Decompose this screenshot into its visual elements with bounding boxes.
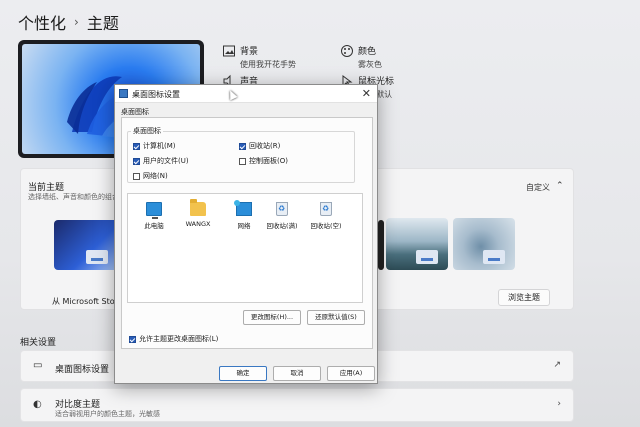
cancel-button[interactable]: 取消 [273,366,321,381]
microsoft-store-link[interactable]: 从 Microsoft Store [52,296,123,307]
apply-button[interactable]: 应用(A) [327,366,375,381]
tab-desktop-icons[interactable]: 桌面图标 [121,107,149,117]
dialog-titlebar[interactable]: 桌面图标设置 ✕ [115,85,377,103]
desktop-icon-settings-dialog: 桌面图标设置 ✕ 桌面图标 桌面图标 计算机(M) 回收站(R) 用户的文件(U… [114,84,378,384]
desktop-icon-list[interactable]: 此电脑 WANGX 网络 回收站(满) 回收站(空) [127,193,363,303]
dialog-app-icon [119,89,128,98]
related-settings-heading: 相关设置 [20,338,57,348]
breadcrumb-parent[interactable]: 个性化 [18,10,66,34]
list-item[interactable]: 网络 [224,200,264,230]
external-link-icon: ↗ [553,360,561,370]
checkbox-allow-themes[interactable]: 允许主题更改桌面图标(L) [129,334,218,344]
theme-thumbnail-lake[interactable] [386,218,448,270]
checkbox-box[interactable] [133,172,140,180]
checkbox-box[interactable] [129,335,136,343]
groupbox-label: 桌面图标 [131,126,163,136]
breadcrumb-separator: › [74,15,79,29]
monitor-icon: ▭ [33,360,43,371]
breadcrumb: 个性化 › 主题 [18,10,119,34]
custom-theme-label: 自定义 [526,183,550,192]
list-item[interactable]: 回收站(满) [262,202,302,230]
chevron-up-icon[interactable]: ⌃ [556,181,564,191]
checkbox-control-panel[interactable]: 控制面板(O) [239,156,288,166]
checkbox-box[interactable] [133,142,140,150]
restore-default-button[interactable]: 还原默认值(S) [307,310,365,325]
contrast-themes-row[interactable]: ◐ 对比度主题 适合弱视用户的颜色主题，光敏感 › [20,388,574,422]
recycle-bin-full-icon [276,202,288,216]
contrast-icon: ◐ [33,399,42,410]
checkbox-box[interactable] [239,157,246,165]
image-icon [223,45,235,57]
dialog-title: 桌面图标设置 [132,90,180,99]
computer-icon [146,202,162,219]
checkbox-box[interactable] [239,142,246,150]
list-item[interactable]: 此电脑 [134,202,174,230]
color-option[interactable]: 颜色 雾灰色 [358,44,382,70]
close-icon[interactable]: ✕ [362,87,371,100]
checkbox-computer[interactable]: 计算机(M) [133,141,176,151]
chevron-right-icon: › [557,399,561,409]
list-item[interactable]: 回收站(空) [306,202,346,230]
checkbox-box[interactable] [133,157,140,165]
theme-thumbnail-dark[interactable] [378,220,384,270]
page-title: 主题 [86,14,119,33]
checkbox-recycle-bin[interactable]: 回收站(R) [239,141,280,151]
recycle-bin-empty-icon [320,202,332,216]
theme-thumbnail-windows[interactable] [54,220,118,270]
background-option[interactable]: 背景 使用我开花手势 [240,44,296,70]
checkbox-network[interactable]: 网络(N) [133,171,168,181]
theme-thumbnail-bloom-gray[interactable] [453,218,515,270]
network-icon [234,200,252,216]
palette-icon [341,45,353,57]
change-icon-button[interactable]: 更改图标(H)... [243,310,301,325]
current-theme-subtitle: 选择墙纸、声音和颜色的组合 [28,193,119,201]
folder-icon [190,199,206,216]
ok-button[interactable]: 确定 [219,366,267,381]
list-item[interactable]: WANGX [178,199,218,228]
browse-themes-button[interactable]: 浏览主题 [498,289,550,306]
checkbox-user-files[interactable]: 用户的文件(U) [133,156,189,166]
